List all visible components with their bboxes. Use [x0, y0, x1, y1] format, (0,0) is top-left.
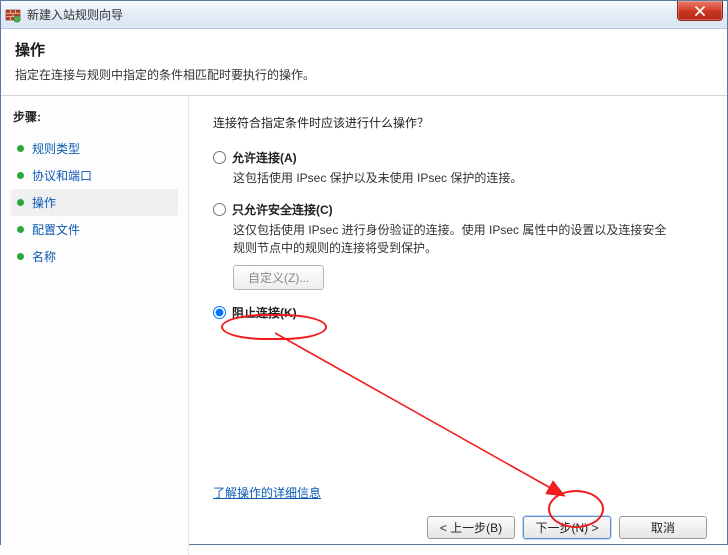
- next-button[interactable]: 下一步(N) >: [523, 516, 611, 539]
- bullet-icon: [17, 199, 24, 206]
- sidebar-item-label: 名称: [32, 248, 56, 265]
- close-icon: [694, 6, 706, 16]
- sidebar-item-protocol-port[interactable]: 协议和端口: [11, 162, 178, 189]
- option-block: 阻止连接(K): [213, 304, 703, 321]
- header-block: 操作 指定在连接与规则中指定的条件相匹配时要执行的操作。: [1, 29, 727, 96]
- back-button[interactable]: < 上一步(B): [427, 516, 515, 539]
- sidebar-item-label: 规则类型: [32, 140, 80, 157]
- main-panel: 连接符合指定条件时应该进行什么操作？ 允许连接(A) 这包括使用 IPsec 保…: [189, 96, 727, 555]
- sidebar-item-rule-type[interactable]: 规则类型: [11, 135, 178, 162]
- radio-block[interactable]: [213, 306, 226, 319]
- sidebar-item-label: 操作: [32, 194, 56, 211]
- customize-button: 自定义(Z)...: [233, 265, 324, 290]
- sidebar-item-action[interactable]: 操作: [11, 189, 178, 216]
- bullet-icon: [17, 226, 24, 233]
- titlebar: 新建入站规则向导: [1, 1, 727, 29]
- window-title: 新建入站规则向导: [27, 6, 123, 23]
- radio-allow-secure[interactable]: [213, 203, 226, 216]
- radio-allow[interactable]: [213, 151, 226, 164]
- sidebar-item-label: 协议和端口: [32, 167, 92, 184]
- option-allow-secure: 只允许安全连接(C) 这仅包括使用 IPsec 进行身份验证的连接。使用 IPs…: [213, 201, 703, 290]
- option-allow: 允许连接(A) 这包括使用 IPsec 保护以及未使用 IPsec 保护的连接。: [213, 149, 703, 187]
- option-desc: 这包括使用 IPsec 保护以及未使用 IPsec 保护的连接。: [233, 170, 673, 187]
- bullet-icon: [17, 172, 24, 179]
- option-label: 阻止连接(K): [232, 304, 297, 321]
- sidebar-item-name[interactable]: 名称: [11, 243, 178, 270]
- wizard-window: 新建入站规则向导 操作 指定在连接与规则中指定的条件相匹配时要执行的操作。 步骤…: [0, 0, 728, 545]
- option-label: 只允许安全连接(C): [232, 201, 333, 218]
- page-subtitle: 指定在连接与规则中指定的条件相匹配时要执行的操作。: [15, 66, 713, 83]
- steps-label: 步骤:: [11, 108, 178, 125]
- wizard-buttons: < 上一步(B) 下一步(N) > 取消: [427, 516, 707, 539]
- firewall-icon: [5, 7, 21, 23]
- sidebar-item-label: 配置文件: [32, 221, 80, 238]
- page-heading: 操作: [15, 39, 713, 60]
- close-button[interactable]: [677, 1, 723, 21]
- sidebar-item-profile[interactable]: 配置文件: [11, 216, 178, 243]
- content-row: 步骤: 规则类型 协议和端口 操作 配置文件 名称 连: [1, 96, 727, 555]
- bullet-icon: [17, 253, 24, 260]
- option-desc: 这仅包括使用 IPsec 进行身份验证的连接。使用 IPsec 属性中的设置以及…: [233, 222, 673, 257]
- learn-more-link[interactable]: 了解操作的详细信息: [213, 484, 321, 501]
- bullet-icon: [17, 145, 24, 152]
- steps-sidebar: 步骤: 规则类型 协议和端口 操作 配置文件 名称: [1, 96, 189, 555]
- action-question: 连接符合指定条件时应该进行什么操作？: [213, 114, 703, 131]
- option-label: 允许连接(A): [232, 149, 297, 166]
- cancel-button[interactable]: 取消: [619, 516, 707, 539]
